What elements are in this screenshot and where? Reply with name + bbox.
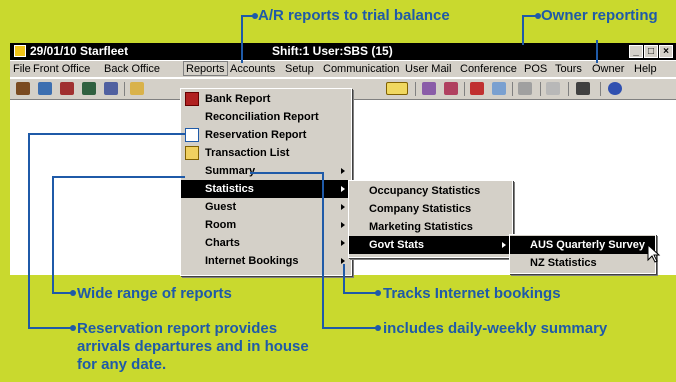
menu-pos[interactable]: POS: [524, 63, 547, 75]
callout-line: [52, 176, 54, 293]
callout-line: [522, 15, 537, 17]
envelope-icon[interactable]: [386, 82, 408, 95]
menu-item-company-statistics[interactable]: Company Statistics: [349, 200, 512, 218]
menu-reports[interactable]: Reports: [183, 61, 228, 76]
callout-line: [241, 15, 243, 63]
menu-item-statistics[interactable]: Statistics: [181, 180, 351, 198]
menu-item-occupancy-statistics[interactable]: Occupancy Statistics: [349, 182, 512, 200]
book-icon: [185, 92, 199, 106]
pen-icon[interactable]: [82, 82, 96, 95]
callout-owner-reporting: Owner reporting: [541, 7, 658, 24]
submenu-arrow-icon: [341, 240, 345, 246]
statistics-menu: Occupancy Statistics Company Statistics …: [348, 180, 513, 258]
toolbar-separator: [415, 82, 416, 96]
callout-line: [28, 133, 185, 135]
screen-icon[interactable]: [492, 82, 506, 95]
submenu-arrow-icon: [341, 186, 345, 192]
menu-item-marketing-statistics[interactable]: Marketing Statistics: [349, 218, 512, 236]
menu-conference[interactable]: Conference: [460, 63, 517, 75]
group-icon[interactable]: [104, 82, 118, 95]
callout-ar-reports: A/R reports to trial balance: [258, 7, 450, 24]
submenu-arrow-icon: [341, 204, 345, 210]
callout-line: [322, 172, 324, 328]
window-title: 29/01/10 Starfleet: [30, 44, 129, 58]
minimize-button[interactable]: _: [629, 45, 643, 58]
menu-item-internet-bookings[interactable]: Internet Bookings: [181, 252, 351, 270]
callout-line: [52, 176, 185, 178]
menu-bar: File Front Office Back Office Reports Ac…: [10, 61, 676, 77]
callout-line: [250, 172, 324, 174]
callout-dot: [70, 325, 76, 331]
folder-icon[interactable]: [130, 82, 144, 95]
mouse-cursor-icon: [647, 244, 661, 263]
window-status: Shift:1 User:SBS (15): [272, 44, 393, 58]
maximize-button[interactable]: □: [644, 45, 658, 58]
menu-item-aus-quarterly-survey[interactable]: AUS Quarterly Survey: [510, 236, 655, 254]
document-icon: [185, 128, 199, 142]
menu-item-room[interactable]: Room: [181, 216, 351, 234]
menu-item-guest[interactable]: Guest: [181, 198, 351, 216]
menu-help[interactable]: Help: [634, 63, 657, 75]
callout-line: [522, 15, 524, 45]
callout-line: [596, 40, 598, 63]
callout-dot: [70, 290, 76, 296]
save-icon[interactable]: [576, 82, 590, 95]
help-icon[interactable]: [608, 82, 622, 95]
app-icon: [14, 45, 26, 57]
submenu-arrow-icon: [502, 242, 506, 248]
toolbar-separator: [600, 82, 601, 96]
callout-line: [52, 292, 72, 294]
menu-front-office[interactable]: Front Office: [33, 63, 90, 75]
toolbar-separator: [512, 82, 513, 96]
callout-dot: [375, 325, 381, 331]
toolbar-separator: [464, 82, 465, 96]
menu-item-govt-stats[interactable]: Govt Stats: [349, 236, 512, 254]
callout-wide-range: Wide range of reports: [77, 285, 232, 302]
close-button[interactable]: ×: [659, 45, 673, 58]
callout-reservation-report: Reservation report provides arrivals dep…: [77, 320, 309, 373]
callout-daily-weekly-summary: includes daily-weekly summary: [383, 320, 608, 337]
menu-accounts[interactable]: Accounts: [230, 63, 275, 75]
toolbar-separator: [124, 82, 125, 96]
callout-line: [322, 327, 377, 329]
calendar-icon[interactable]: [422, 82, 436, 95]
toolbar-separator: [540, 82, 541, 96]
govt-stats-menu: AUS Quarterly Survey NZ Statistics: [509, 234, 656, 274]
menu-setup[interactable]: Setup: [285, 63, 314, 75]
cups-icon[interactable]: [444, 82, 458, 95]
callout-line: [28, 327, 72, 329]
notes-icon[interactable]: [546, 82, 560, 95]
menu-communication[interactable]: Communication: [323, 63, 399, 75]
menu-item-transaction-list[interactable]: Transaction List: [181, 144, 351, 162]
submenu-arrow-icon: [341, 168, 345, 174]
pin-icon[interactable]: [470, 82, 484, 95]
menu-item-nz-statistics[interactable]: NZ Statistics: [510, 254, 655, 272]
callout-internet-bookings: Tracks Internet bookings: [383, 285, 561, 302]
callout-dot: [375, 290, 381, 296]
menu-item-summary[interactable]: Summary: [181, 162, 351, 180]
tools-icon[interactable]: [38, 82, 52, 95]
reports-menu: Bank Report Reconciliation Report Reserv…: [180, 88, 352, 276]
guest-icon[interactable]: [16, 82, 30, 95]
callout-line: [343, 292, 377, 294]
submenu-arrow-icon: [341, 222, 345, 228]
menu-item-reservation-report[interactable]: Reservation Report: [181, 126, 351, 144]
menu-item-bank-report[interactable]: Bank Report: [181, 90, 351, 108]
menu-item-reconciliation-report[interactable]: Reconciliation Report: [181, 108, 351, 126]
scissors-icon[interactable]: [518, 82, 532, 95]
list-icon: [185, 146, 199, 160]
menu-file[interactable]: File: [13, 63, 31, 75]
callout-line: [28, 133, 30, 328]
menu-owner[interactable]: Owner: [592, 63, 624, 75]
menu-back-office[interactable]: Back Office: [104, 63, 160, 75]
menu-user-mail[interactable]: User Mail: [405, 63, 451, 75]
arrow-icon[interactable]: [60, 82, 74, 95]
menu-item-charts[interactable]: Charts: [181, 234, 351, 252]
menu-tours[interactable]: Tours: [555, 63, 582, 75]
toolbar-separator: [568, 82, 569, 96]
callout-line: [343, 264, 345, 293]
title-bar: 29/01/10 Starfleet Shift:1 User:SBS (15)…: [10, 43, 676, 60]
